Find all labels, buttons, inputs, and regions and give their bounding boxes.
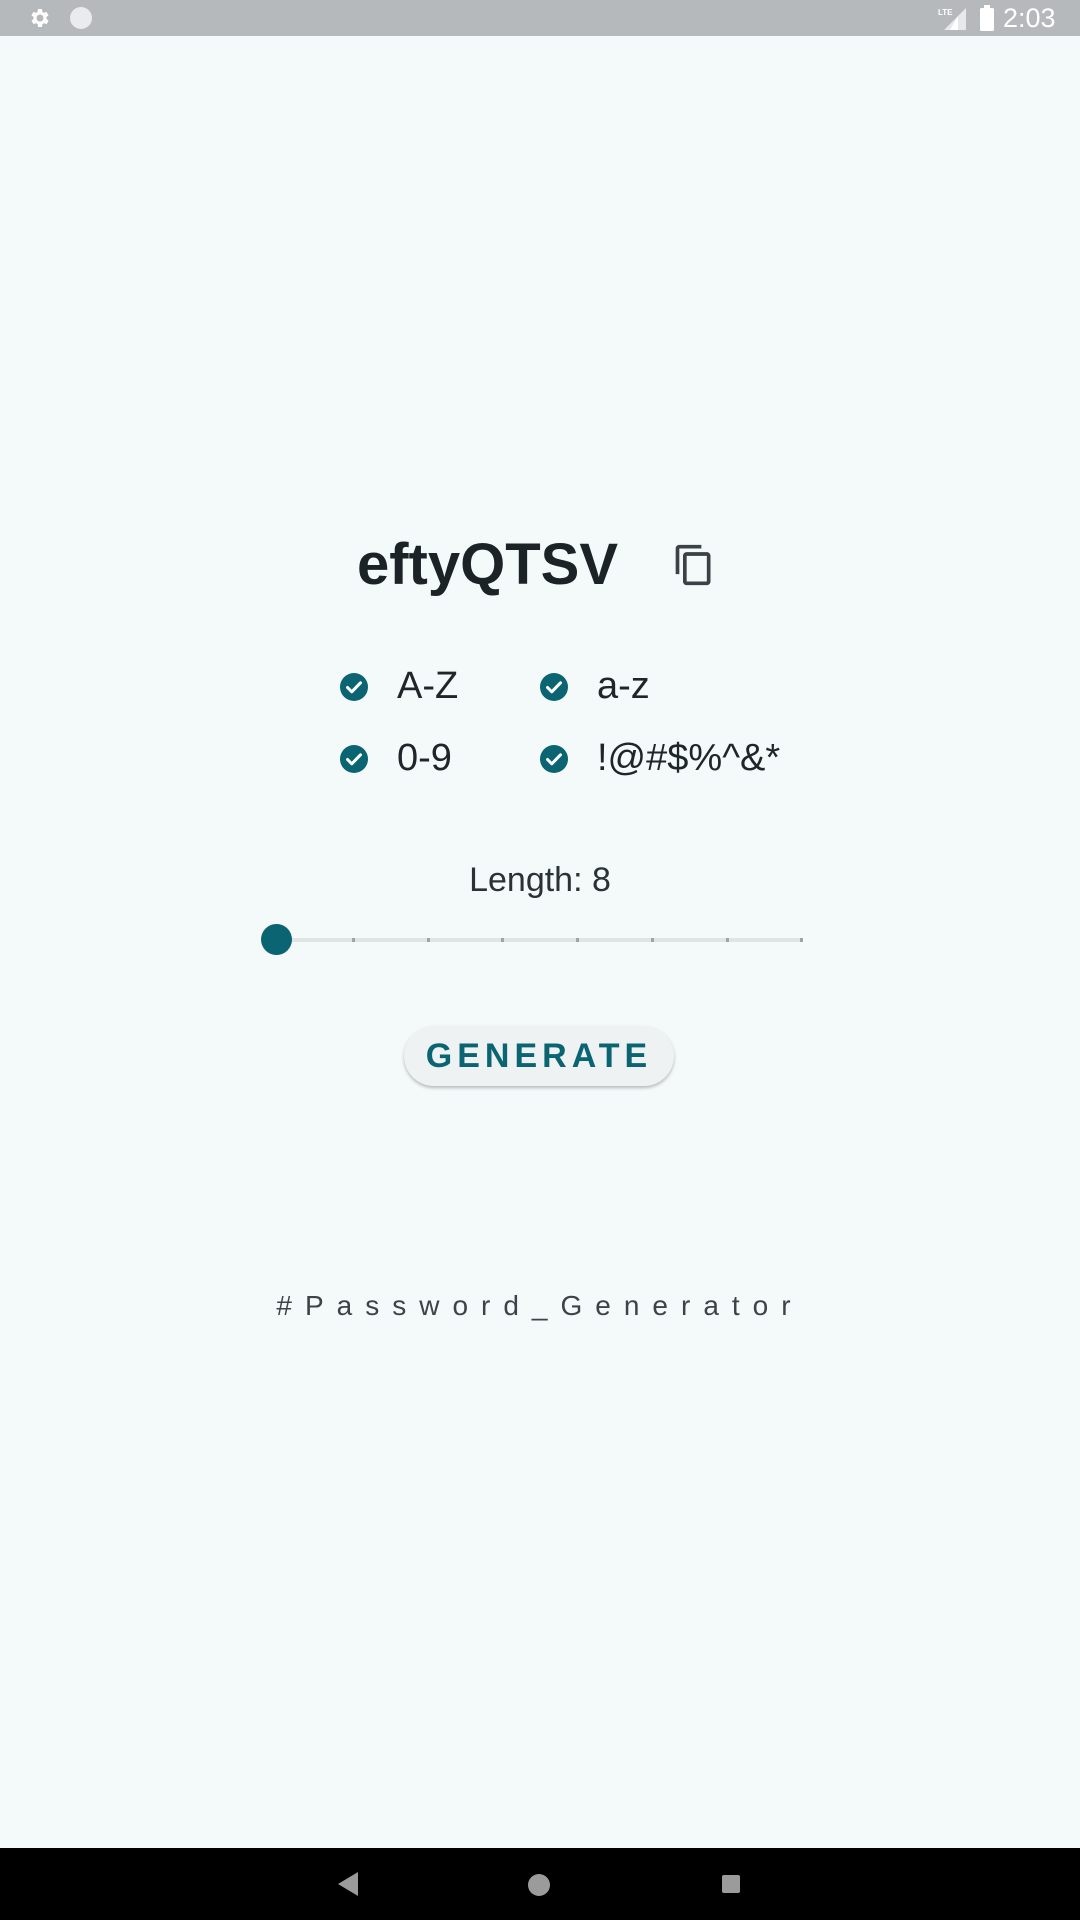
recents-icon[interactable] — [722, 1875, 740, 1893]
slider-tick — [726, 938, 729, 942]
battery-icon — [980, 5, 994, 31]
back-icon[interactable] — [338, 1872, 358, 1896]
length-slider[interactable] — [258, 924, 808, 956]
check-circle-icon[interactable] — [339, 744, 369, 774]
option-label: !@#$%^&* — [597, 737, 781, 779]
slider-thumb[interactable] — [261, 924, 292, 955]
slider-tick — [427, 938, 430, 942]
navigation-bar — [0, 1848, 1080, 1920]
option-label: 0-9 — [397, 737, 452, 779]
generate-button[interactable]: GENERATE — [404, 1026, 674, 1086]
circle-icon — [70, 7, 92, 29]
hashtag-text: #Password_Generator — [276, 1290, 804, 1321]
option-label: a-z — [597, 665, 650, 707]
slider-tick — [352, 938, 355, 942]
password-text: eftyQTSV — [356, 532, 619, 597]
slider-tick — [576, 938, 579, 942]
status-bar: LTE 2:03 — [0, 0, 1080, 36]
home-icon[interactable] — [528, 1874, 550, 1896]
slider-tick — [651, 938, 654, 942]
slider-tick — [501, 938, 504, 942]
slider-tick — [800, 938, 803, 942]
check-circle-icon[interactable] — [539, 744, 569, 774]
option-label: A-Z — [397, 665, 459, 707]
status-time: 2:03 — [1003, 3, 1056, 33]
copy-icon[interactable] — [672, 540, 716, 590]
signal-icon: LTE — [938, 8, 966, 30]
gear-icon — [31, 9, 49, 27]
length-label: Length: 8 — [469, 861, 611, 899]
screen: LTE 2:03 eftyQTSV A-Z a-z 0-9 !@#$%^&* L… — [0, 0, 1080, 1920]
check-circle-icon[interactable] — [539, 672, 569, 702]
network-label: LTE — [938, 8, 953, 17]
check-circle-icon[interactable] — [339, 672, 369, 702]
